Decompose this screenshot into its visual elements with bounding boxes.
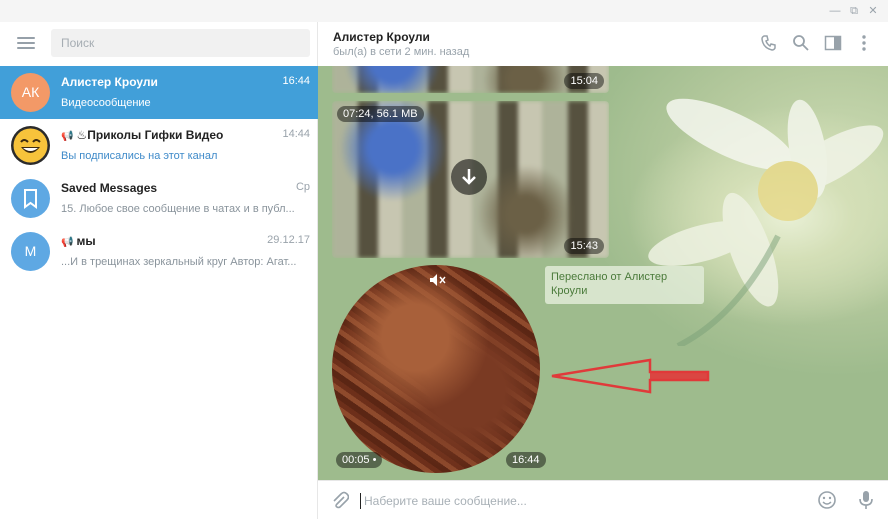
peer-status: был(а) в сети 2 мин. назад xyxy=(333,46,470,58)
search-icon[interactable] xyxy=(791,33,811,53)
chat-name: Алистер Кроули xyxy=(61,75,158,89)
megaphone-icon: 📢 xyxy=(61,131,74,142)
chat-time: 16:44 xyxy=(282,75,310,87)
download-button[interactable] xyxy=(451,159,487,195)
chat-time: 14:44 xyxy=(282,128,310,140)
chat-name: 📢 мы xyxy=(61,234,96,248)
avatar: АК xyxy=(11,73,50,112)
attach-icon[interactable] xyxy=(331,491,349,511)
message-time: 16:44 xyxy=(506,452,546,468)
message-time: 15:04 xyxy=(564,73,604,89)
muted-speaker-icon[interactable] xyxy=(429,273,447,287)
search-placeholder: Поиск xyxy=(61,36,95,50)
chat-preview: Видеосообщение xyxy=(61,97,151,109)
chat-item-alister[interactable]: АК Алистер Кроули 16:44 Видеосообщение xyxy=(0,66,318,119)
more-icon[interactable] xyxy=(854,33,874,53)
video-message[interactable]: 15:04 xyxy=(332,66,609,93)
chat-name: Saved Messages xyxy=(61,181,158,195)
menu-icon[interactable] xyxy=(17,37,35,49)
peer-name[interactable]: Алистер Кроули xyxy=(333,30,430,44)
message-input[interactable]: Наберите ваше сообщение... xyxy=(360,493,527,509)
megaphone-icon: 📢 xyxy=(61,237,74,248)
chat-item-saved-messages[interactable]: Saved Messages Ср 15. Любое свое сообщен… xyxy=(0,172,318,225)
chat-header: Алистер Кроули был(а) в сети 2 мин. наза… xyxy=(318,22,888,66)
video-size-badge: 07:24, 56.1 MB xyxy=(337,106,424,122)
chat-preview: Вы подписались на этот канал xyxy=(61,150,218,162)
microphone-icon[interactable] xyxy=(858,489,874,511)
message-composer: Наберите ваше сообщение... xyxy=(318,480,888,519)
chat-preview: 15. Любое свое сообщение в чатах и в пуб… xyxy=(61,203,295,215)
chat-item-my[interactable]: М 📢 мы 29.12.17 ...И в трещинах зеркальны… xyxy=(0,225,318,278)
laughing-emoji-avatar xyxy=(11,126,50,165)
chat-name: 📢 ♨Приколы Гифки Видео xyxy=(61,128,224,142)
chat-item-prikoly[interactable]: 📢 ♨Приколы Гифки Видео 14:44 Вы подписали… xyxy=(0,119,318,172)
search-input[interactable]: Поиск xyxy=(51,29,310,57)
round-video-message[interactable] xyxy=(332,265,540,473)
bookmark-icon xyxy=(11,179,50,218)
sidebar-toggle-icon[interactable] xyxy=(823,33,843,53)
close-icon[interactable]: ✕ xyxy=(866,4,880,18)
message-history[interactable]: 15:04 07:24, 56.1 MB 15:43 00:05 • 16:44… xyxy=(318,66,888,480)
video-message[interactable]: 07:24, 56.1 MB 15:43 xyxy=(332,101,609,258)
chat-time: 29.12.17 xyxy=(267,234,310,246)
daisy-background-decoration xyxy=(648,98,884,346)
minimize-icon[interactable]: — xyxy=(828,4,842,18)
avatar: М xyxy=(11,232,50,271)
chat-preview: ...И в трещинах зеркальный круг Автор: А… xyxy=(61,256,297,268)
emoji-icon[interactable] xyxy=(817,490,837,510)
forwarded-from-label[interactable]: Переслано от Алистер Кроули xyxy=(545,266,704,304)
restore-icon[interactable]: ⧉ xyxy=(847,4,861,18)
chat-list-sidebar: Поиск АК Алистер Кроули 16:44 Видеосообщ… xyxy=(0,22,318,519)
window-titlebar: — ⧉ ✕ xyxy=(0,0,888,22)
round-video-duration: 00:05 • xyxy=(336,452,383,468)
phone-icon[interactable] xyxy=(759,33,779,53)
red-annotation-arrow xyxy=(551,358,710,394)
download-arrow-icon xyxy=(462,169,476,185)
chat-time: Ср xyxy=(295,181,310,193)
message-time: 15:43 xyxy=(564,238,604,254)
